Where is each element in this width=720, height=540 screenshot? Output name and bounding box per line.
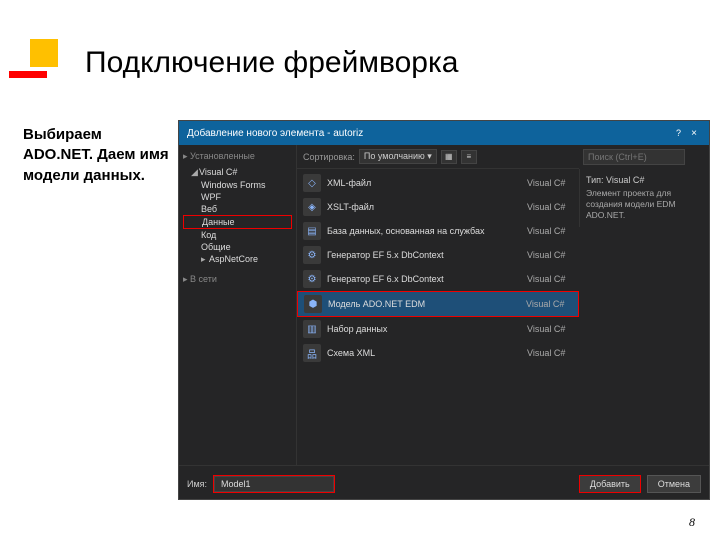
add-item-dialog: Добавление нового элемента - autoriz ? ×…	[178, 120, 710, 500]
sort-label: Сортировка:	[303, 152, 355, 162]
desc-type-label: Тип:	[586, 175, 604, 185]
template-xslt-file[interactable]: ◈ XSLT-файл Visual C#	[297, 195, 579, 219]
view-icons-button[interactable]: ▦	[441, 150, 457, 164]
slide-caption: Выбираем ADO.NET. Даем имя модели данных…	[23, 125, 173, 186]
description-panel: Тип: Visual C# Элемент проекта для созда…	[579, 169, 709, 227]
template-adonet-edm[interactable]: ⬢ Модель ADO.NET EDM Visual C#	[297, 291, 579, 317]
ef-generator-icon: ⚙	[303, 270, 321, 288]
tree-header-online[interactable]: ▸ В сети	[183, 274, 292, 285]
dialog-titlebar[interactable]: Добавление нового элемента - autoriz ? ×	[179, 121, 709, 145]
tree-item-windows-forms[interactable]: Windows Forms	[183, 179, 292, 191]
view-list-button[interactable]: ≡	[461, 150, 477, 164]
dataset-icon: ▥	[303, 320, 321, 338]
name-label: Имя:	[187, 479, 207, 489]
cancel-button[interactable]: Отмена	[647, 475, 701, 493]
tree-item-aspnetcore[interactable]: ▸AspNetCore	[183, 253, 292, 266]
xml-file-icon: ◇	[303, 174, 321, 192]
tree-item-code[interactable]: Код	[183, 229, 292, 241]
category-tree: ▸ Установленные ◢Visual C# Windows Forms…	[179, 145, 297, 465]
template-xml-file[interactable]: ◇ XML-файл Visual C#	[297, 171, 579, 195]
page-number: 8	[689, 515, 695, 530]
desc-text: Элемент проекта для создания модели EDM …	[586, 188, 703, 221]
slide-title: Подключение фреймворка	[85, 46, 458, 80]
close-icon[interactable]: ×	[687, 128, 701, 139]
template-xml-schema[interactable]: 品 Схема XML Visual C#	[297, 341, 579, 365]
help-icon[interactable]: ?	[676, 128, 681, 138]
template-ef6-dbcontext[interactable]: ⚙ Генератор EF 6.x DbContext Visual C#	[297, 267, 579, 291]
xsd-schema-icon: 品	[303, 344, 321, 362]
tree-item-general[interactable]: Общие	[183, 241, 292, 253]
xslt-file-icon: ◈	[303, 198, 321, 216]
name-input[interactable]	[214, 476, 334, 492]
add-button[interactable]: Добавить	[579, 475, 641, 493]
edm-model-icon: ⬢	[304, 295, 322, 313]
tree-item-web[interactable]: Веб	[183, 203, 292, 215]
template-service-db[interactable]: ▤ База данных, основанная на службах Vis…	[297, 219, 579, 243]
dialog-title-text: Добавление нового элемента - autoriz	[187, 128, 676, 139]
tree-header-installed[interactable]: ▸ Установленные	[183, 151, 292, 162]
search-input[interactable]	[583, 149, 685, 165]
ef-generator-icon: ⚙	[303, 246, 321, 264]
template-list: ◇ XML-файл Visual C# ◈ XSLT-файл Visual …	[297, 169, 579, 465]
desc-type-value: Visual C#	[606, 175, 644, 185]
slide-logo	[20, 35, 75, 90]
template-dataset[interactable]: ▥ Набор данных Visual C#	[297, 317, 579, 341]
sort-combo[interactable]: По умолчанию ▾	[359, 149, 437, 164]
tree-item-visual-csharp[interactable]: ◢Visual C#	[183, 166, 292, 179]
tree-item-wpf[interactable]: WPF	[183, 191, 292, 203]
tree-item-data[interactable]: Данные	[183, 215, 292, 229]
database-icon: ▤	[303, 222, 321, 240]
template-ef5-dbcontext[interactable]: ⚙ Генератор EF 5.x DbContext Visual C#	[297, 243, 579, 267]
